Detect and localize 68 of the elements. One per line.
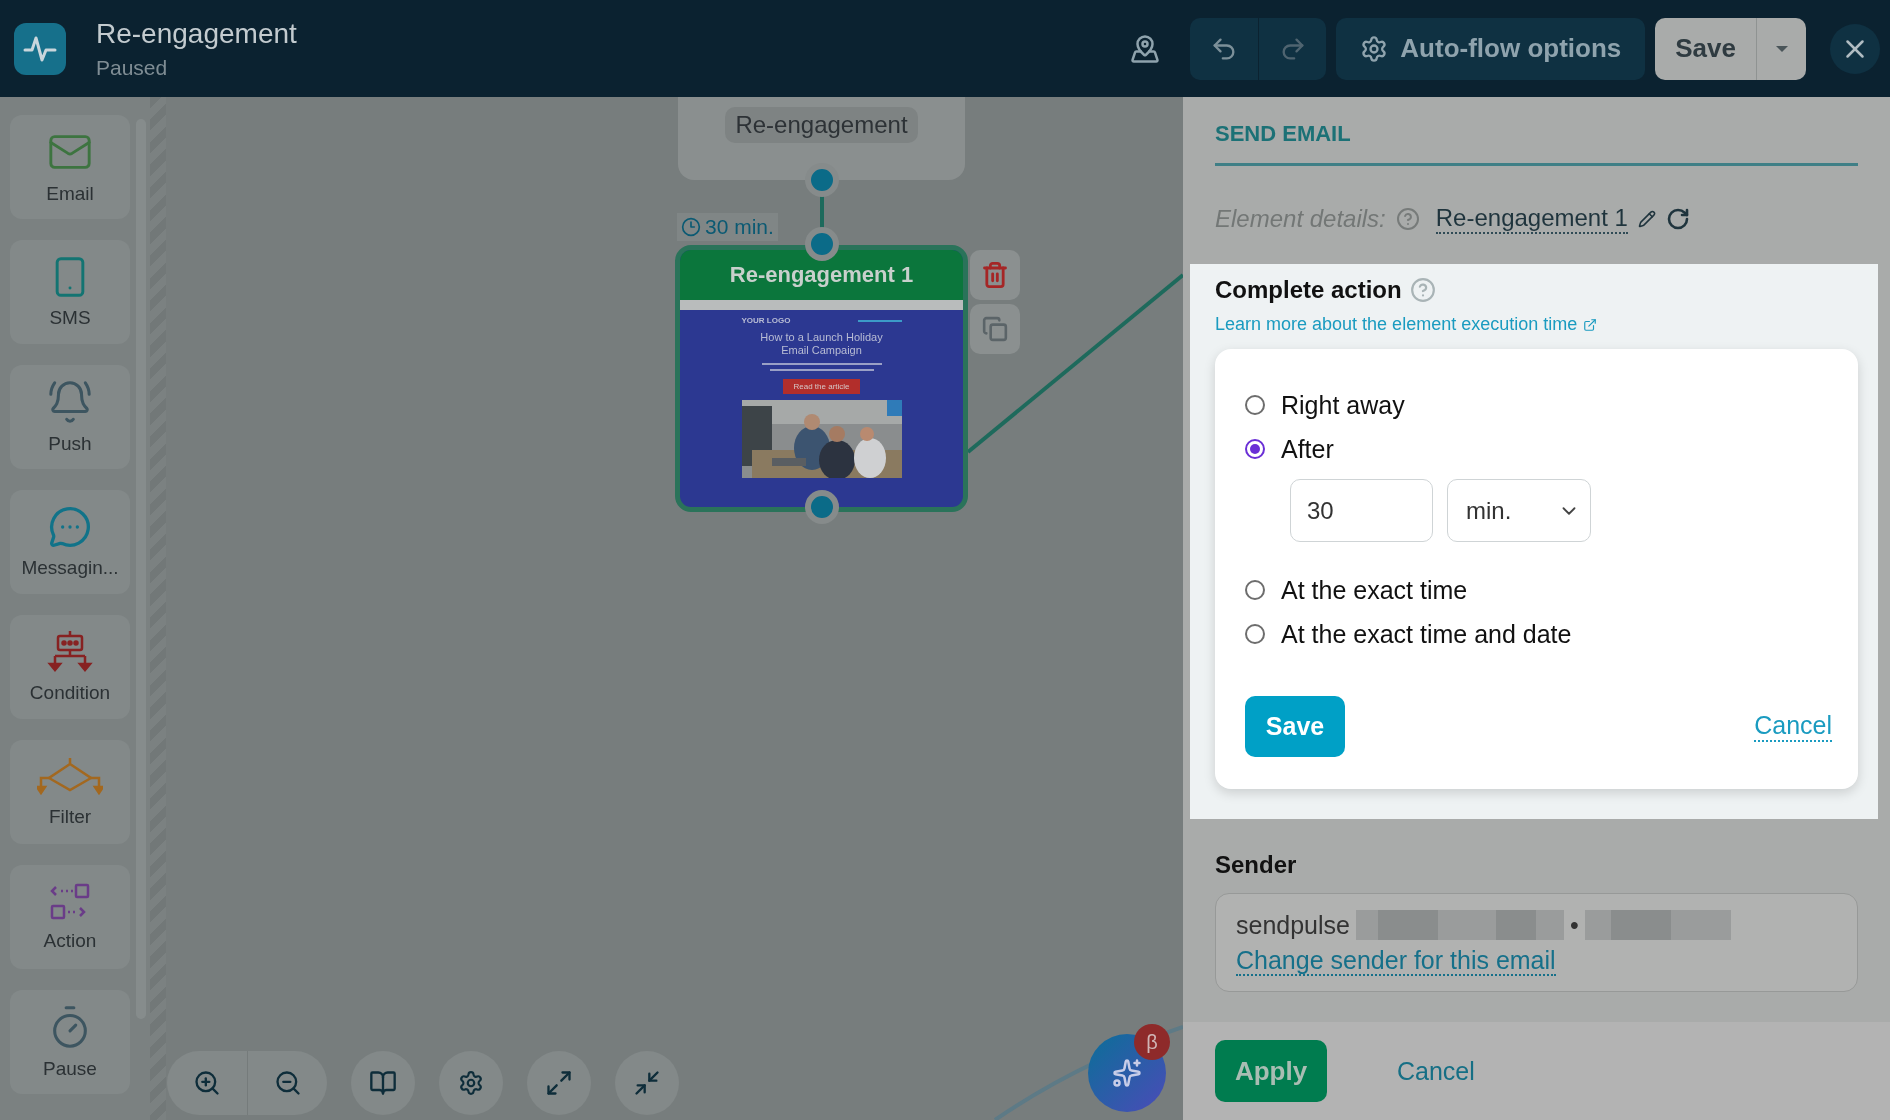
node-title: Re-engagement 1 [680, 250, 963, 310]
palette-item[interactable]: Condition [10, 615, 130, 719]
palette-item[interactable]: Messagin... [10, 490, 130, 594]
preview-button: Read the article [783, 379, 860, 394]
book-icon [369, 1069, 397, 1097]
option-label: Right away [1281, 390, 1405, 420]
connection-dot [805, 490, 839, 524]
cancel-button[interactable]: Cancel [1391, 1055, 1481, 1087]
section-title: Complete action [1215, 276, 1402, 304]
sender-title: Sender [1215, 851, 1298, 879]
bell-icon [47, 379, 93, 425]
apply-button[interactable]: Apply [1215, 1040, 1327, 1102]
gear-icon [1360, 34, 1389, 63]
email-node[interactable]: Re-engagement 1 YOUR LOGO How to a Launch Holiday Email Campaign Read the article [675, 245, 968, 512]
delay-input[interactable]: 30 [1290, 479, 1433, 542]
option-label: At the exact time and date [1281, 619, 1572, 649]
radio-button[interactable] [1245, 439, 1265, 459]
palette-item[interactable]: Action [10, 865, 130, 969]
help-icon [1395, 207, 1420, 231]
palette-item[interactable]: Pause [10, 990, 130, 1094]
save-button[interactable]: Save [1245, 696, 1345, 757]
app-logo-icon[interactable] [14, 22, 66, 75]
edit-icon[interactable] [1637, 210, 1656, 228]
separator-dot: • [1570, 910, 1579, 940]
caret-icon [1775, 45, 1788, 52]
start-node-label: Re-engagement [725, 107, 918, 143]
expand-icon [545, 1069, 573, 1097]
palette-item[interactable]: SMS [10, 240, 130, 344]
preview-link-drawing [857, 319, 902, 322]
radio-button[interactable] [1245, 395, 1265, 415]
option-label: After [1281, 434, 1334, 464]
panel-heading: SEND EMAIL [1215, 121, 1858, 166]
zoom-in-icon [193, 1069, 221, 1097]
trash-icon [981, 261, 1009, 289]
beta-badge: β [1134, 1024, 1170, 1060]
settings-icon [458, 1070, 484, 1096]
learn-more-link[interactable]: Learn more about the element execution time [1215, 314, 1858, 335]
element-name: Re-engagement 1 [1435, 204, 1628, 234]
external-link-icon [1583, 317, 1598, 332]
palette-item[interactable]: Push [10, 365, 130, 469]
copy-icon [982, 316, 1008, 342]
connection-dot [805, 227, 839, 261]
cancel-link[interactable]: Cancel [1754, 711, 1832, 742]
chat-bubble-icon [48, 505, 92, 549]
radio-button[interactable] [1245, 624, 1265, 644]
sender-name: sendpulse [1236, 910, 1350, 940]
palette-item[interactable]: Filter [10, 740, 130, 844]
robot-arrows-icon [47, 630, 93, 674]
clock-icon [681, 217, 701, 237]
zoom-out-icon [273, 1069, 302, 1097]
change-sender-link[interactable]: Change sender for this email [1236, 946, 1556, 976]
close-button[interactable] [1830, 23, 1880, 74]
unit-select[interactable]: min. [1447, 479, 1591, 542]
radio-button[interactable] [1245, 580, 1265, 600]
collapse-icon [633, 1069, 661, 1097]
sparkles-icon [1112, 1058, 1142, 1088]
option-label: At the exact time [1281, 575, 1468, 605]
preview-logo: YOUR LOGO [741, 316, 791, 325]
flow-title: Re-engagement [96, 17, 298, 50]
refresh-icon[interactable] [1665, 207, 1690, 231]
preview-headline: How to a Launch Holiday Email Campaign [759, 331, 884, 357]
diamond-arrows-icon [37, 756, 103, 798]
auto-flow-options-button[interactable]: Auto-flow options [1336, 17, 1646, 80]
help-icon [1409, 277, 1436, 303]
palette-item[interactable]: Email [10, 115, 130, 219]
squares-arrows-icon [48, 882, 92, 922]
delay-label: 30 min. [677, 213, 778, 241]
flow-status: Paused [96, 55, 169, 80]
